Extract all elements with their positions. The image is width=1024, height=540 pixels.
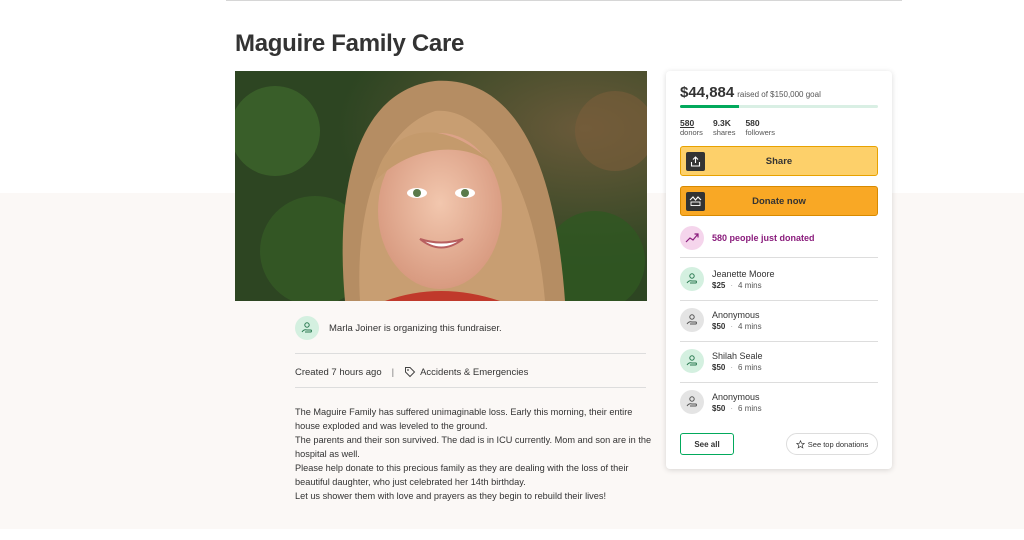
donation-amount: $25	[712, 280, 726, 290]
goal-text: raised of $150,000 goal	[737, 90, 821, 99]
donor-name: Jeanette Moore	[712, 268, 775, 279]
gofundme-logo-icon	[686, 192, 705, 211]
see-all-button[interactable]: See all	[680, 433, 734, 455]
donor-hand-icon	[680, 267, 704, 291]
dot-separator: ·	[730, 321, 734, 331]
dot-separator: ·	[730, 280, 734, 290]
star-icon	[795, 439, 805, 449]
progress-bar	[680, 105, 878, 108]
donation-amount: $50	[712, 403, 726, 413]
donor-name: Anonymous	[712, 391, 760, 402]
donation-amount: $50	[712, 362, 726, 372]
stat-shares: 9.3K shares	[713, 118, 736, 137]
page-title: Maguire Family Care	[235, 30, 465, 57]
dot-separator: ·	[730, 403, 734, 413]
donate-label: Donate now	[752, 195, 806, 207]
top-divider	[226, 0, 902, 3]
stat-followers: 580 followers	[745, 118, 775, 137]
category-link[interactable]: Accidents & Emergencies	[404, 366, 528, 378]
donation-time: 4 mins	[738, 321, 762, 331]
story-paragraph: Let us shower them with love and prayers…	[295, 491, 607, 501]
donation-time: 6 mins	[738, 362, 762, 372]
trending-up-icon	[680, 226, 704, 250]
campaign-photo	[235, 71, 647, 301]
donate-now-button[interactable]: Donate now	[680, 186, 878, 216]
see-top-donations-button[interactable]: See top donations	[786, 433, 878, 455]
meta-separator: |	[391, 366, 395, 378]
organizer-text: Marla Joiner is organizing this fundrais…	[329, 322, 502, 334]
donation-item: Anonymous $50 · 6 mins	[680, 390, 762, 414]
created-time: Created 7 hours ago	[295, 366, 382, 378]
raised-summary: $44,884 raised of $150,000 goal	[680, 84, 821, 101]
divider	[295, 353, 646, 354]
share-icon	[686, 152, 705, 171]
donation-time: 4 mins	[738, 280, 762, 290]
donation-item: Anonymous $50 · 4 mins	[680, 308, 762, 332]
tag-icon	[405, 367, 416, 378]
see-top-label: See top donations	[807, 439, 869, 449]
dot-separator: ·	[730, 362, 734, 372]
recent-donations-trend: 580 people just donated	[680, 226, 815, 250]
campaign-meta: Created 7 hours ago | Accidents & Emerge…	[295, 366, 528, 378]
stat-label: donors	[680, 128, 703, 137]
divider	[680, 257, 878, 258]
share-button[interactable]: Share	[680, 146, 878, 176]
campaign-story: The Maguire Family has suffered unimagin…	[295, 405, 655, 503]
category-label: Accidents & Emergencies	[420, 366, 529, 378]
progress-fill	[680, 105, 740, 108]
donor-name: Anonymous	[712, 309, 760, 320]
story-paragraph: The Maguire Family has suffered unimagin…	[295, 407, 633, 431]
divider	[680, 382, 878, 383]
stat-donors[interactable]: 580 donors	[680, 118, 703, 137]
campaign-stats: 580 donors 9.3K shares 580 followers	[680, 118, 775, 137]
donor-hand-icon	[680, 390, 704, 414]
stat-value: 580	[745, 118, 760, 128]
stat-label: followers	[745, 128, 776, 137]
raised-amount: $44,884	[680, 84, 735, 101]
donor-hand-icon	[301, 322, 312, 333]
divider	[680, 341, 878, 342]
story-paragraph: Please help donate to this precious fami…	[295, 463, 629, 487]
donor-name: Shilah Seale	[712, 350, 763, 361]
divider	[295, 387, 646, 388]
just-donated-text: 580 people just donated	[712, 233, 815, 243]
donation-card: $44,884 raised of $150,000 goal 580 dono…	[666, 71, 892, 469]
donation-item: Jeanette Moore $25 · 4 mins	[680, 267, 775, 291]
organizer-avatar	[295, 316, 319, 340]
donor-hand-icon	[680, 349, 704, 373]
stat-value: 580	[680, 118, 695, 128]
donor-hand-icon	[680, 308, 704, 332]
stat-value: 9.3K	[712, 118, 731, 128]
donation-amount: $50	[712, 321, 726, 331]
stat-label: shares	[712, 128, 736, 137]
donation-time: 6 mins	[738, 403, 762, 413]
organizer-row: Marla Joiner is organizing this fundrais…	[295, 316, 502, 340]
story-paragraph: The parents and their son survived. The …	[295, 435, 652, 459]
divider	[680, 300, 878, 301]
share-label: Share	[765, 155, 793, 167]
donation-item: Shilah Seale $50 · 6 mins	[680, 349, 763, 373]
